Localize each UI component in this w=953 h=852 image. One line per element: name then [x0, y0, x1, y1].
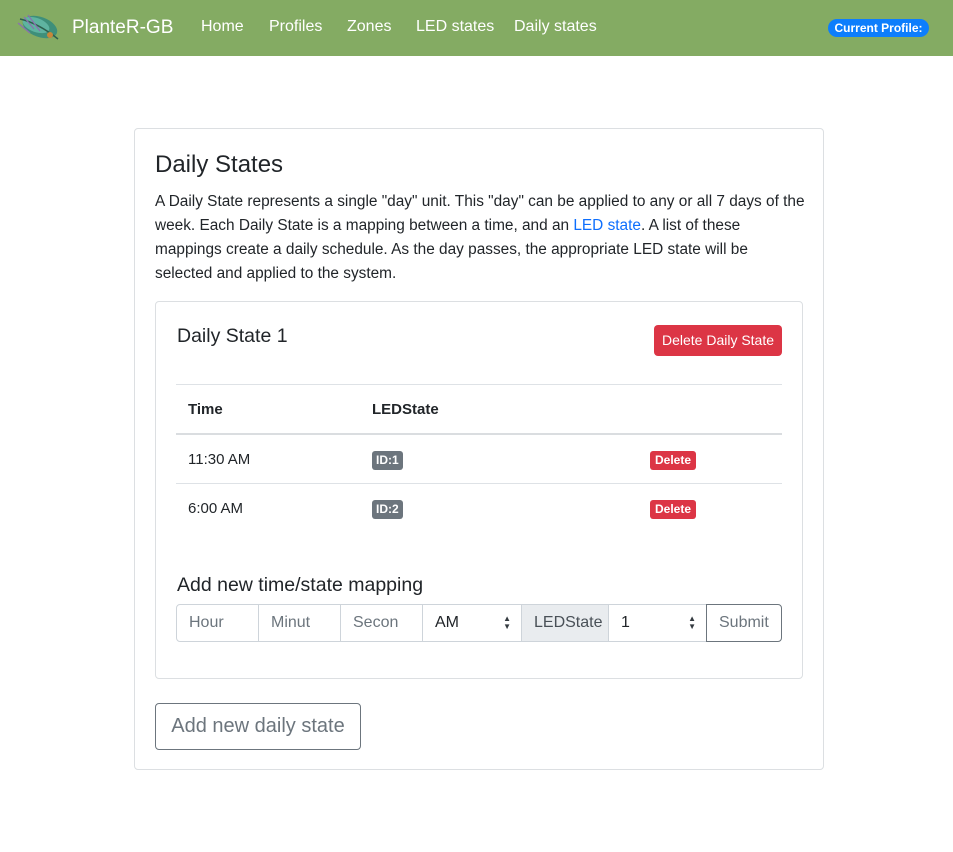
- led-state-badge: ID:1: [372, 451, 403, 470]
- nav-led-states[interactable]: LED states: [416, 18, 494, 36]
- second-input[interactable]: Secon: [340, 604, 423, 642]
- row-time: 11:30 AM: [188, 451, 251, 468]
- table-header-border: [176, 433, 782, 435]
- select-arrows-icon: ▲ ▼: [688, 614, 696, 631]
- minute-input[interactable]: Minut: [258, 604, 341, 642]
- brand[interactable]: PlanteR-GB: [14, 9, 173, 47]
- delete-row-button[interactable]: Delete: [650, 451, 697, 470]
- led-state-link[interactable]: LED state: [573, 217, 641, 234]
- add-daily-state-button[interactable]: Add new daily state: [155, 703, 361, 750]
- daily-states-card: Daily States A Daily State represents a …: [134, 128, 824, 770]
- delete-daily-state-button[interactable]: Delete Daily State: [654, 325, 782, 356]
- page-title: Daily States: [155, 151, 284, 178]
- nav-home[interactable]: Home: [201, 18, 244, 36]
- row-time: 6:00 AM: [188, 500, 244, 517]
- ampm-value: AM: [435, 614, 459, 631]
- leaf-logo-icon: [17, 14, 59, 40]
- navbar: PlanteR-GB Home Profiles Zones LED state…: [0, 0, 953, 56]
- ledstate-label: LEDState: [521, 604, 609, 642]
- brand-name: PlanteR-GB: [72, 17, 174, 38]
- ampm-select[interactable]: AM ▲ ▼: [422, 604, 522, 642]
- nav-profiles[interactable]: Profiles: [269, 18, 322, 36]
- daily-state-title: Daily State 1: [177, 325, 288, 347]
- select-arrows-icon: ▲ ▼: [503, 614, 511, 631]
- led-state-badge: ID:2: [372, 500, 403, 519]
- ledstate-value: 1: [621, 614, 630, 631]
- hour-input[interactable]: Hour: [176, 604, 259, 642]
- daily-state-card: Daily State 1 Delete Daily State Time LE…: [155, 301, 803, 679]
- column-header-time: Time: [188, 401, 223, 418]
- add-mapping-form: Hour Minut Secon AM ▲ ▼ LEDState 1 ▲ ▼ Sub…: [176, 604, 782, 642]
- nav-zones[interactable]: Zones: [347, 18, 391, 36]
- submit-button[interactable]: Submit: [706, 604, 782, 642]
- delete-row-button[interactable]: Delete: [650, 500, 697, 519]
- nav-daily-states[interactable]: Daily states: [514, 18, 597, 36]
- row-divider: [176, 483, 782, 484]
- add-mapping-title: Add new time/state mapping: [177, 574, 424, 596]
- ledstate-select[interactable]: 1 ▲ ▼: [608, 604, 707, 642]
- page-description: A Daily State represents a single "day" …: [155, 190, 805, 286]
- current-profile-badge[interactable]: Current Profile:: [828, 19, 929, 37]
- table-top-border: [176, 384, 782, 385]
- column-header-ledstate: LEDState: [372, 401, 439, 418]
